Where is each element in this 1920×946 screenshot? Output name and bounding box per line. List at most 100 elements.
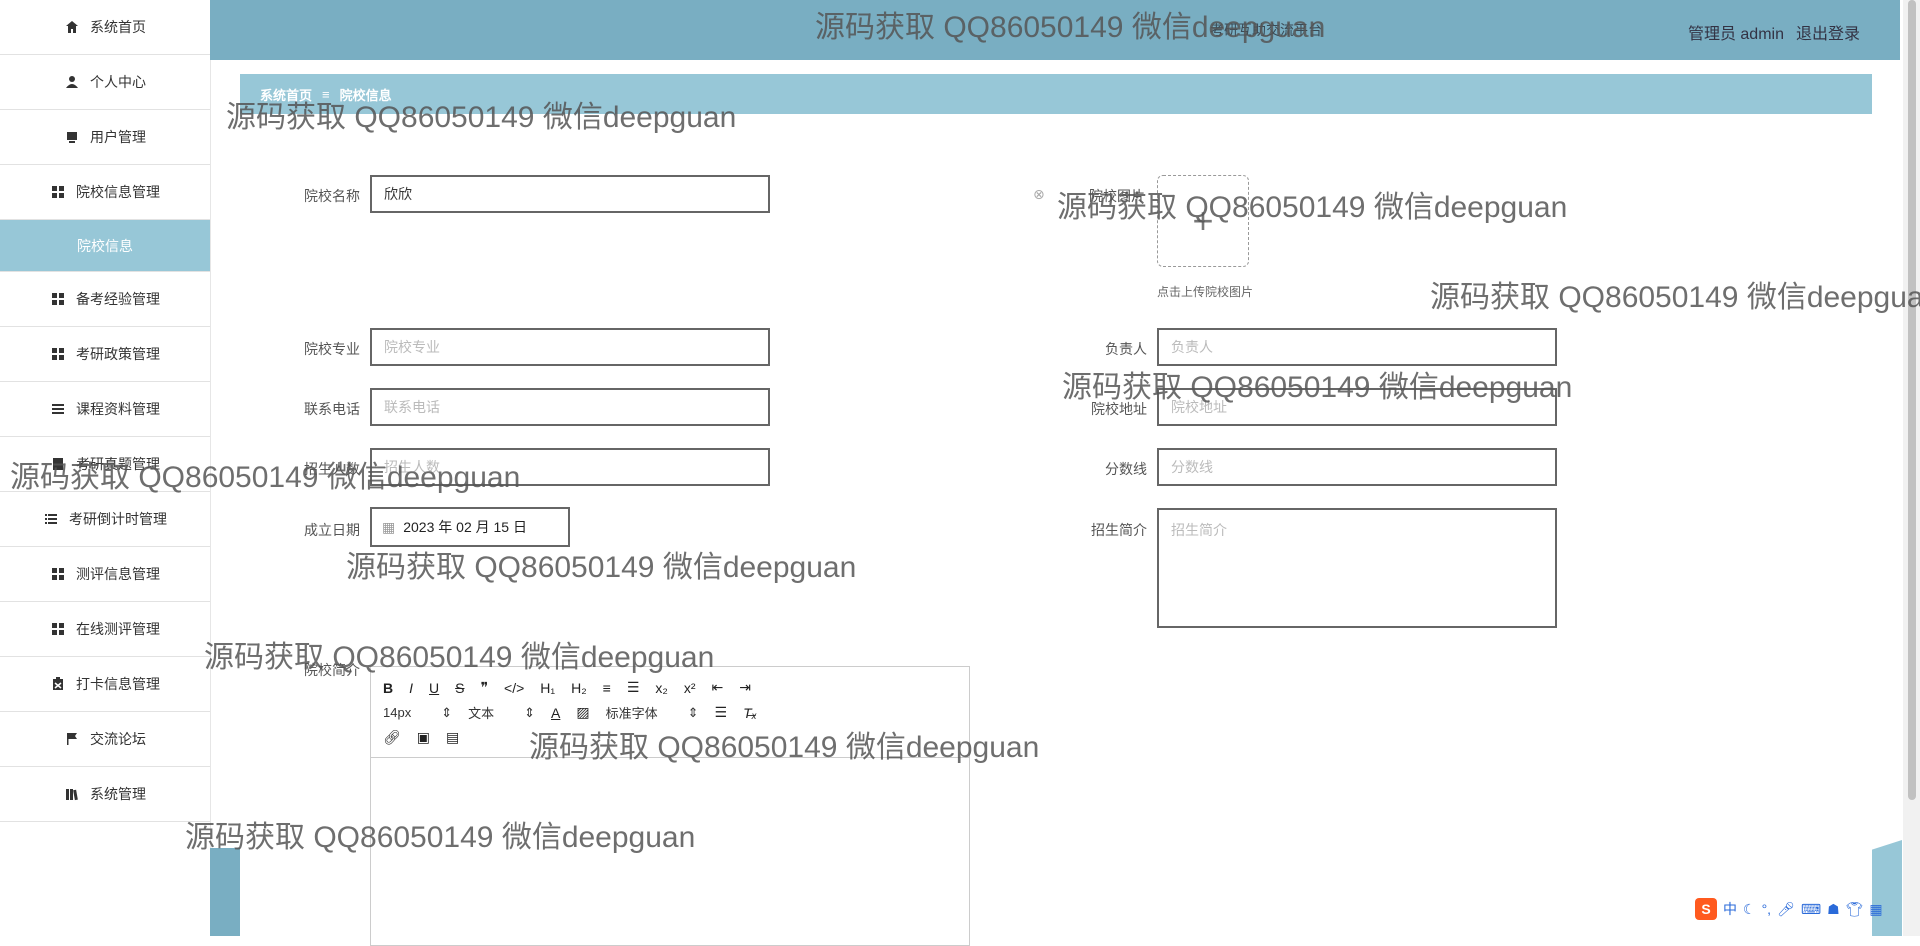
sidebar-item-school-manage[interactable]: 院校信息管理 bbox=[0, 165, 210, 220]
font-color-icon[interactable]: A bbox=[551, 705, 560, 721]
list-icon bbox=[43, 511, 59, 527]
breadcrumb-home[interactable]: 系统首页 bbox=[260, 85, 312, 104]
sidebar-item-countdown[interactable]: 考研倒计时管理 bbox=[0, 492, 210, 547]
select-arrow-icon: ⇕ bbox=[441, 704, 453, 720]
bullet-list-button[interactable]: ☰ bbox=[627, 679, 640, 696]
select-arrow-icon: ⇕ bbox=[687, 704, 699, 720]
h2-button[interactable]: H₂ bbox=[571, 680, 587, 696]
monitor-icon bbox=[64, 129, 80, 145]
sidebar-item-label: 系统管理 bbox=[90, 786, 146, 802]
editor-toolbar-row-1: B I U S ❞ </> H₁ H₂ ≡ ☰ x₂ x² ⇤ ⇥ bbox=[383, 679, 751, 696]
sidebar-item-label: 考研真题管理 bbox=[76, 456, 160, 472]
clear-format-icon[interactable]: T̶ₓ bbox=[743, 705, 757, 721]
strike-button[interactable]: S bbox=[455, 680, 464, 696]
font-size-value: 14px bbox=[383, 705, 412, 720]
sidebar-item-checkin[interactable]: 打卡信息管理 bbox=[0, 657, 210, 712]
sidebar-item-assessment-info[interactable]: 测评信息管理 bbox=[0, 547, 210, 602]
sidebar-item-label: 备考经验管理 bbox=[76, 291, 160, 307]
address-label: 院校地址 bbox=[1091, 401, 1147, 417]
sidebar-item-label: 系统首页 bbox=[90, 19, 146, 35]
mic-icon[interactable]: 🎤︎ bbox=[1777, 901, 1795, 918]
sidebar-item-policy[interactable]: 考研政策管理 bbox=[0, 327, 210, 382]
phone-input[interactable]: 联系电话 bbox=[370, 388, 770, 426]
breadcrumb: 系统首页 ≡ 院校信息 bbox=[240, 74, 1872, 114]
background-color-icon[interactable]: ▨ bbox=[576, 704, 589, 721]
school-name-value: 欣欣 bbox=[384, 186, 412, 202]
scrollbar-thumb[interactable] bbox=[1908, 0, 1916, 800]
code-button[interactable]: </> bbox=[504, 680, 524, 696]
top-bar: 考研互助交流平台 管理员 admin 退出登录 bbox=[210, 0, 1900, 60]
ime-lang[interactable]: 中 bbox=[1723, 899, 1737, 919]
keyboard-icon[interactable]: ⌨ bbox=[1801, 901, 1821, 918]
sidebar-item-label: 测评信息管理 bbox=[76, 566, 160, 582]
breadcrumb-current: 院校信息 bbox=[339, 87, 392, 103]
shirt-icon[interactable]: 👕︎ bbox=[1846, 901, 1864, 918]
phone-placeholder: 联系电话 bbox=[384, 399, 440, 415]
school-image-label: 院校图片 bbox=[1089, 188, 1145, 204]
punct-icon[interactable]: °, bbox=[1762, 901, 1772, 917]
moon-icon[interactable]: ☾ bbox=[1743, 901, 1756, 918]
grid-icon bbox=[50, 566, 66, 582]
watermark: 源码获取 QQ86050149 微信deepguan bbox=[1430, 281, 1920, 314]
sidebar-item-forum[interactable]: 交流论坛 bbox=[0, 712, 210, 767]
score-input[interactable]: 分数线 bbox=[1157, 448, 1557, 486]
clear-icon[interactable]: ⊗ bbox=[1033, 186, 1045, 203]
subscript-button[interactable]: x₂ bbox=[655, 680, 667, 696]
sidebar-item-label: 考研政策管理 bbox=[76, 346, 160, 362]
image-upload-button[interactable]: + bbox=[1157, 175, 1249, 267]
sidebar-item-label: 考研倒计时管理 bbox=[69, 511, 167, 527]
major-input[interactable]: 院校专业 bbox=[370, 328, 770, 366]
ime-logo-icon[interactable]: S bbox=[1695, 898, 1717, 920]
sidebar-item-experience[interactable]: 备考经验管理 bbox=[0, 272, 210, 327]
address-input[interactable]: 院校地址 bbox=[1157, 388, 1557, 426]
italic-button[interactable]: I bbox=[409, 680, 413, 696]
font-family-select[interactable]: 标准字体 ⇕ bbox=[606, 703, 699, 722]
sidebar-item-exam[interactable]: 考研真题管理 bbox=[0, 437, 210, 492]
clipboard-icon bbox=[50, 676, 66, 692]
font-size-select[interactable]: 14px ⇕ bbox=[383, 705, 452, 721]
apps-icon[interactable]: ▦ bbox=[1869, 901, 1882, 918]
home-icon bbox=[64, 19, 80, 35]
upload-hint: 点击上传院校图片 bbox=[1157, 285, 1254, 299]
ime-toolbar: S 中 ☾ °, 🎤︎ ⌨ ☗ 👕︎ ▦ bbox=[1695, 898, 1883, 920]
text-type-select[interactable]: 文本 ⇕ bbox=[468, 703, 535, 722]
calendar-icon: ▦ bbox=[382, 518, 396, 535]
enroll-input[interactable]: 招生人数 bbox=[370, 448, 770, 486]
enroll-placeholder: 招生人数 bbox=[384, 459, 440, 475]
rich-text-editor[interactable]: B I U S ❞ </> H₁ H₂ ≡ ☰ x₂ x² ⇤ ⇥ 14px ⇕ … bbox=[370, 666, 970, 946]
underline-button[interactable]: U bbox=[429, 680, 439, 696]
ordered-list-button[interactable]: ≡ bbox=[603, 680, 611, 696]
text-type-value: 文本 bbox=[468, 706, 495, 721]
h1-button[interactable]: H₁ bbox=[540, 680, 555, 696]
indent-button[interactable]: ⇥ bbox=[739, 679, 751, 696]
person-input[interactable]: 负责人 bbox=[1157, 328, 1557, 366]
sidebar-item-course[interactable]: 课程资料管理 bbox=[0, 382, 210, 437]
link-icon[interactable]: 🔗︎ bbox=[383, 729, 401, 746]
sidebar-item-label: 打卡信息管理 bbox=[76, 676, 160, 692]
sidebar-item-label: 院校信息 bbox=[77, 237, 133, 254]
video-icon[interactable]: ▤ bbox=[446, 729, 459, 746]
school-name-input[interactable]: 欣欣 bbox=[370, 175, 770, 213]
sidebar-item-profile[interactable]: 个人中心 bbox=[0, 55, 210, 110]
major-label: 院校专业 bbox=[304, 341, 360, 357]
bold-button[interactable]: B bbox=[383, 680, 393, 696]
grid-icon bbox=[50, 621, 66, 637]
sidebar-item-users[interactable]: 用户管理 bbox=[0, 110, 210, 165]
sidebar-item-home[interactable]: 系统首页 bbox=[0, 0, 210, 55]
editor-toolbar-row-2: 14px ⇕ 文本 ⇕ A ▨ 标准字体 ⇕ ☰ T̶ₓ bbox=[383, 703, 757, 722]
align-icon[interactable]: ☰ bbox=[715, 704, 728, 721]
person-icon[interactable]: ☗ bbox=[1827, 901, 1840, 918]
quote-button[interactable]: ❞ bbox=[480, 679, 488, 696]
sidebar-item-system[interactable]: 系统管理 bbox=[0, 767, 210, 822]
image-icon[interactable]: ▣ bbox=[417, 729, 430, 746]
sidebar-item-online-assessment[interactable]: 在线测评管理 bbox=[0, 602, 210, 657]
intro-textarea[interactable]: 招生简介 bbox=[1157, 508, 1557, 628]
sidebar-item-label: 个人中心 bbox=[90, 74, 146, 90]
logout-link[interactable]: 退出登录 bbox=[1796, 20, 1860, 44]
outdent-button[interactable]: ⇤ bbox=[712, 679, 724, 696]
address-placeholder: 院校地址 bbox=[1171, 399, 1227, 415]
sidebar-subitem-school-info[interactable]: 院校信息 bbox=[0, 220, 210, 272]
decoration-left bbox=[210, 848, 240, 936]
superscript-button[interactable]: x² bbox=[684, 680, 696, 696]
date-input[interactable]: ▦ 2023 年 02 月 15 日 bbox=[370, 507, 570, 547]
